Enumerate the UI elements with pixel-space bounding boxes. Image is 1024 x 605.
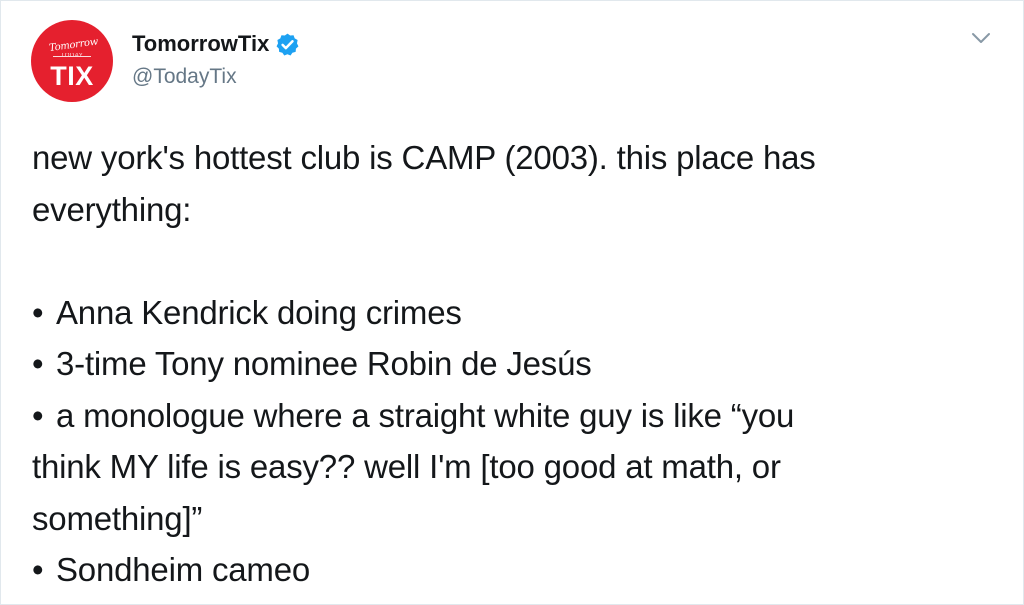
bullet-item: • Sondheim cameo	[32, 544, 992, 596]
avatar-script-text: Tomorrow	[48, 36, 99, 55]
bullet-point: •	[32, 345, 44, 382]
bullet-text-continued: think MY life is easy?? well I'm [too go…	[32, 448, 781, 485]
bullet-text: Sondheim cameo	[56, 551, 311, 588]
avatar-strike-text: TODAY	[51, 53, 93, 59]
avatar-logo-text: TIX	[50, 61, 94, 91]
bullet-text: a monologue where a straight white guy i…	[56, 396, 795, 434]
display-name[interactable]: TomorrowTix	[132, 31, 269, 57]
tweet-text: new york's hottest club is CAMP (2003). …	[32, 132, 992, 596]
bullet-point: •	[32, 293, 44, 331]
bullet-item: • 3-time Tony nominee Robin de Jesús	[32, 338, 992, 390]
bullet-text: Anna Kendrick doing crimes	[56, 293, 462, 331]
user-handle[interactable]: @TodayTix	[132, 65, 237, 89]
chevron-down-icon[interactable]	[971, 31, 991, 45]
tweet-text-line: new york's hottest club is CAMP (2003). …	[32, 139, 816, 176]
tweet-card: Tomorrow TODAY TIX TomorrowTix @TodayTix…	[0, 0, 1024, 605]
paragraph-break	[32, 235, 992, 287]
bullet-text-continued: something]”	[32, 499, 203, 537]
author-name-row: TomorrowTix	[132, 31, 300, 57]
bullet-point: •	[32, 396, 44, 434]
bullet-point: •	[32, 551, 44, 588]
bullet-item: • a monologue where a straight white guy …	[32, 390, 992, 442]
avatar[interactable]: Tomorrow TODAY TIX	[31, 20, 113, 102]
bullet-item: • Anna Kendrick doing crimes	[32, 287, 992, 339]
verified-badge-icon	[275, 32, 300, 57]
bullet-text: 3-time Tony nominee Robin de Jesús	[56, 345, 592, 382]
tweet-text-line: everything:	[32, 190, 192, 228]
